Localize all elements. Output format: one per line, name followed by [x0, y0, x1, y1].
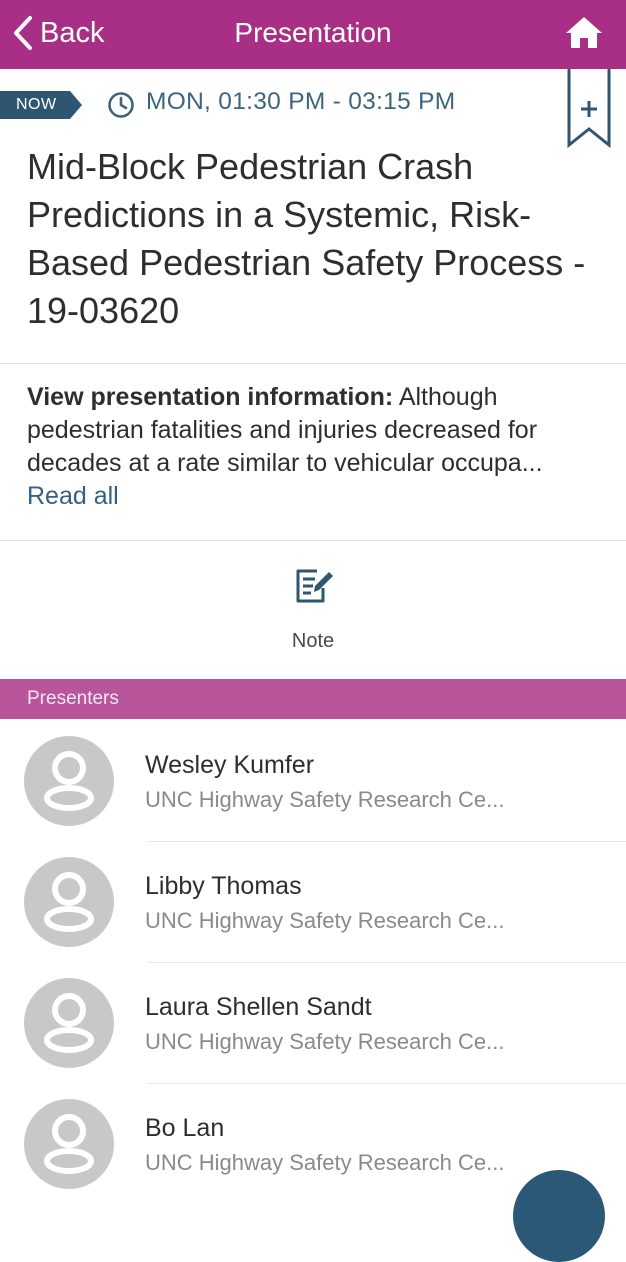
- note-button[interactable]: Note: [263, 560, 363, 660]
- presenter-row[interactable]: Laura Shellen Sandt UNC Highway Safety R…: [0, 963, 626, 1084]
- presenter-name: Bo Lan: [145, 1114, 225, 1142]
- top-bar: Back Presentation: [0, 0, 626, 69]
- session-description: View presentation information: Although …: [27, 381, 602, 480]
- session-time: MON, 01:30 PM - 03:15 PM: [146, 88, 456, 115]
- presenter-organization: UNC Highway Safety Research Ce...: [145, 787, 505, 812]
- now-badge: NOW: [0, 91, 82, 119]
- bookmark-add-icon[interactable]: [567, 69, 611, 149]
- presenter-row[interactable]: Libby Thomas UNC Highway Safety Research…: [0, 842, 626, 963]
- user-placeholder-icon: [24, 736, 114, 826]
- floating-action-button[interactable]: [513, 1170, 605, 1262]
- presenter-name: Wesley Kumfer: [145, 751, 315, 779]
- user-placeholder-icon: [24, 857, 114, 947]
- note-label: Note: [291, 630, 335, 652]
- presenter-organization: UNC Highway Safety Research Ce...: [145, 1029, 505, 1054]
- edit-note-icon: [296, 569, 333, 603]
- presenters-section-label: Presenters: [27, 688, 119, 709]
- now-badge-label: NOW: [16, 96, 57, 113]
- presenter-name: Laura Shellen Sandt: [145, 993, 372, 1021]
- clock-icon: [108, 92, 134, 118]
- back-button[interactable]: Back: [12, 0, 104, 66]
- presenter-row[interactable]: Wesley Kumfer UNC Highway Safety Researc…: [0, 721, 626, 842]
- description-label: View presentation information:: [27, 383, 394, 411]
- presenter-organization: UNC Highway Safety Research Ce...: [145, 908, 505, 933]
- chevron-left-icon: [14, 16, 32, 50]
- presenters-section-header: Presenters: [0, 679, 626, 719]
- back-label: Back: [40, 16, 105, 49]
- home-icon: [566, 17, 602, 48]
- user-placeholder-icon: [24, 1099, 114, 1189]
- session-title: Mid-Block Pedestrian Crash Predictions i…: [27, 146, 586, 331]
- presenter-name: Libby Thomas: [145, 872, 302, 900]
- divider: [0, 363, 626, 364]
- user-placeholder-icon: [24, 978, 114, 1068]
- read-all-link[interactable]: Read all: [27, 482, 119, 511]
- divider: [0, 540, 626, 541]
- presenter-organization: UNC Highway Safety Research Ce...: [145, 1150, 505, 1175]
- home-button[interactable]: [564, 14, 604, 52]
